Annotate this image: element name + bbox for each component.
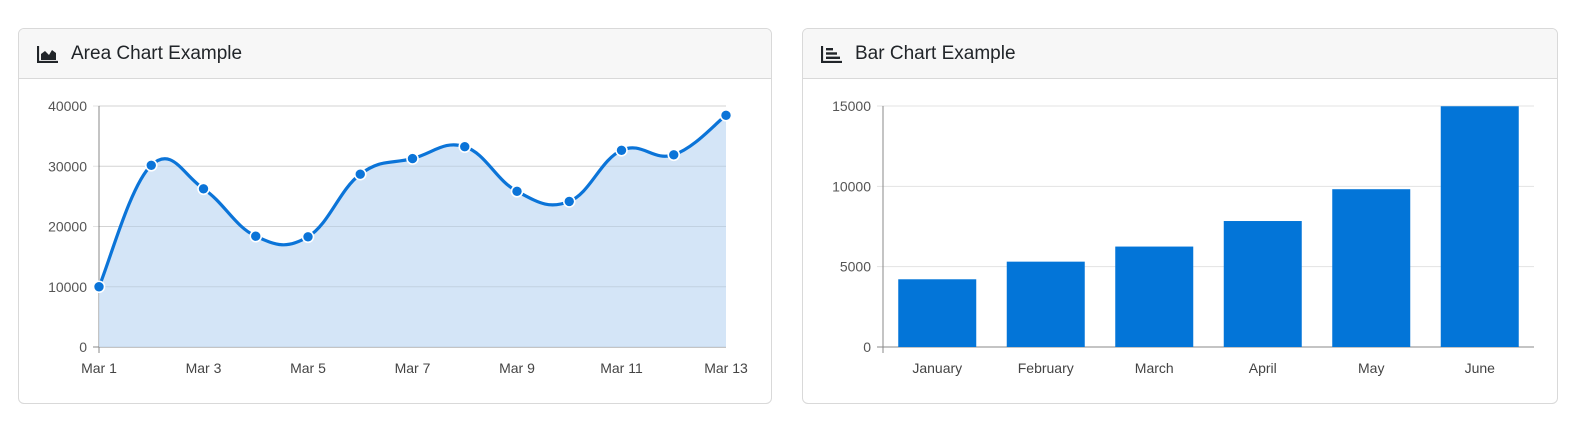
y-tick-label: 15000 (832, 98, 871, 114)
area-chart-title: Area Chart Example (71, 42, 243, 64)
y-tick-label: 0 (79, 339, 87, 355)
data-point (667, 148, 681, 162)
x-tick-label: Mar 11 (600, 360, 643, 376)
y-tick-label: 30000 (48, 158, 87, 174)
data-point (249, 229, 263, 243)
y-tick-label: 10000 (832, 178, 871, 194)
bar (1115, 246, 1194, 347)
x-tick-label: March (1135, 360, 1174, 376)
data-point (197, 182, 210, 196)
x-tick-label: Mar 7 (395, 360, 431, 376)
bar (1223, 221, 1302, 347)
x-tick-label: February (1018, 360, 1074, 376)
data-point (615, 143, 628, 157)
x-tick-label: Mar 3 (186, 360, 222, 376)
x-tick-label: May (1358, 360, 1384, 376)
area-chart: 0 10000 20000 30000 40000 Mar 1 Mar 3 Mar 5 Mar … (48, 98, 748, 376)
bar (1006, 261, 1085, 347)
x-tick-label: Mar 5 (290, 360, 326, 376)
x-tick-label: June (1465, 360, 1496, 376)
y-tick-label: 5000 (840, 259, 871, 275)
x-tick-label: Mar 13 (704, 360, 748, 376)
y-tick-label: 10000 (48, 279, 87, 295)
data-point (719, 109, 733, 122)
data-point (144, 158, 158, 172)
bar (1332, 189, 1411, 347)
data-point (353, 167, 367, 181)
bar-chart: 0 5000 10000 15000 January February March April… (832, 98, 1534, 376)
bar-chart-card-header: Bar Chart Example (803, 29, 1557, 79)
data-point (458, 140, 472, 153)
bar-chart-body: 0 5000 10000 15000 January February March April… (803, 79, 1557, 403)
bar-chart-title: Bar Chart Example (855, 42, 1016, 64)
bar (898, 279, 977, 347)
x-tick-label: Mar 1 (81, 360, 117, 376)
data-point (92, 280, 106, 294)
y-tick-label: 0 (863, 339, 871, 355)
data-point (562, 195, 576, 208)
area-chart-icon (37, 44, 61, 64)
y-tick-label: 40000 (48, 98, 87, 114)
bar-chart-icon (821, 44, 845, 64)
bar (1440, 106, 1519, 347)
x-tick-label: January (912, 360, 962, 376)
bar-chart-card: Bar Chart Example 0 5000 10000 15000 January… (802, 28, 1558, 404)
data-point (406, 152, 419, 165)
area-chart-card: Area Chart Example 0 10000 20000 30000 40000… (18, 28, 772, 404)
x-tick-label: April (1249, 360, 1277, 376)
area-fill (99, 115, 726, 347)
area-chart-body: 0 10000 20000 30000 40000 Mar 1 Mar 3 Mar 5 Mar … (19, 79, 771, 403)
data-point (510, 185, 524, 198)
x-tick-label: Mar 9 (499, 360, 535, 376)
area-chart-card-header: Area Chart Example (19, 29, 771, 79)
data-point (301, 230, 315, 244)
y-tick-label: 20000 (48, 219, 87, 235)
